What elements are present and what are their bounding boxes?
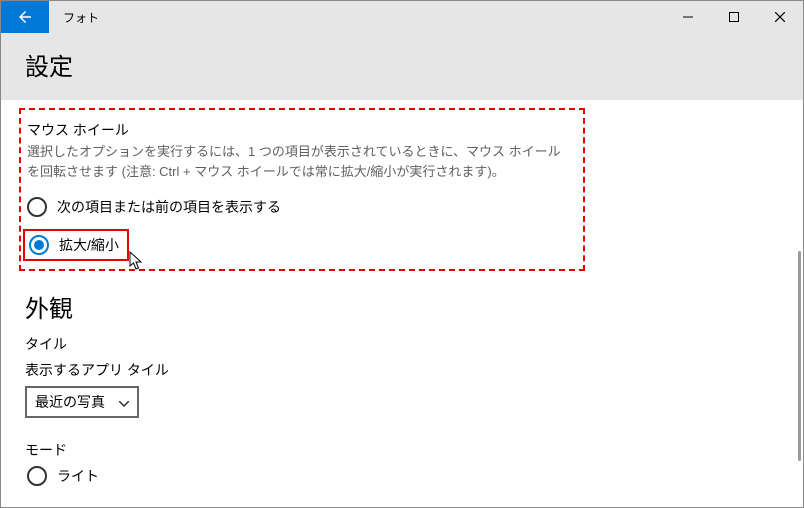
minimize-button[interactable] bbox=[665, 1, 711, 33]
close-icon bbox=[775, 12, 785, 22]
radio-icon-selected bbox=[29, 235, 49, 255]
maximize-icon bbox=[729, 12, 739, 22]
dropdown-value: 最近の写真 bbox=[35, 392, 105, 412]
back-button[interactable] bbox=[1, 1, 49, 33]
radio-icon bbox=[27, 197, 47, 217]
window-controls bbox=[665, 1, 803, 33]
app-tile-label: 表示するアプリ タイル bbox=[25, 360, 779, 380]
page-header: 設定 bbox=[1, 33, 803, 100]
appearance-title: 外観 bbox=[25, 289, 779, 324]
radio-label: 次の項目または前の項目を表示する bbox=[57, 197, 281, 217]
app-title: フォト bbox=[49, 1, 99, 33]
mouse-wheel-section-highlight: マウス ホイール 選択したオプションを実行するには、1 つの項目が表示されている… bbox=[19, 108, 585, 271]
close-button[interactable] bbox=[757, 1, 803, 33]
radio-next-prev-item[interactable]: 次の項目または前の項目を表示する bbox=[27, 197, 573, 217]
back-arrow-icon bbox=[16, 8, 34, 26]
radio-label: 拡大/縮小 bbox=[59, 235, 119, 255]
maximize-button[interactable] bbox=[711, 1, 757, 33]
settings-content: マウス ホイール 選択したオプションを実行するには、1 つの項目が表示されている… bbox=[1, 100, 803, 486]
chevron-down-icon bbox=[119, 394, 129, 410]
page-title: 設定 bbox=[25, 47, 779, 82]
tile-label: タイル bbox=[25, 334, 779, 354]
mode-label: モード bbox=[25, 440, 779, 460]
app-tile-dropdown[interactable]: 最近の写真 bbox=[25, 386, 139, 418]
radio-zoom[interactable]: 拡大/縮小 bbox=[29, 235, 119, 255]
mouse-cursor-icon bbox=[129, 251, 145, 271]
scrollbar-thumb[interactable] bbox=[798, 251, 801, 461]
mouse-wheel-title: マウス ホイール bbox=[27, 120, 573, 140]
titlebar: フォト bbox=[1, 1, 803, 33]
minimize-icon bbox=[683, 12, 693, 22]
radio-label: ライト bbox=[57, 466, 99, 486]
radio-icon bbox=[27, 466, 47, 486]
mouse-wheel-description: 選択したオプションを実行するには、1 つの項目が表示されているときに、マウス ホ… bbox=[27, 142, 573, 181]
radio-zoom-highlight: 拡大/縮小 bbox=[23, 229, 129, 261]
radio-light-mode[interactable]: ライト bbox=[27, 466, 779, 486]
